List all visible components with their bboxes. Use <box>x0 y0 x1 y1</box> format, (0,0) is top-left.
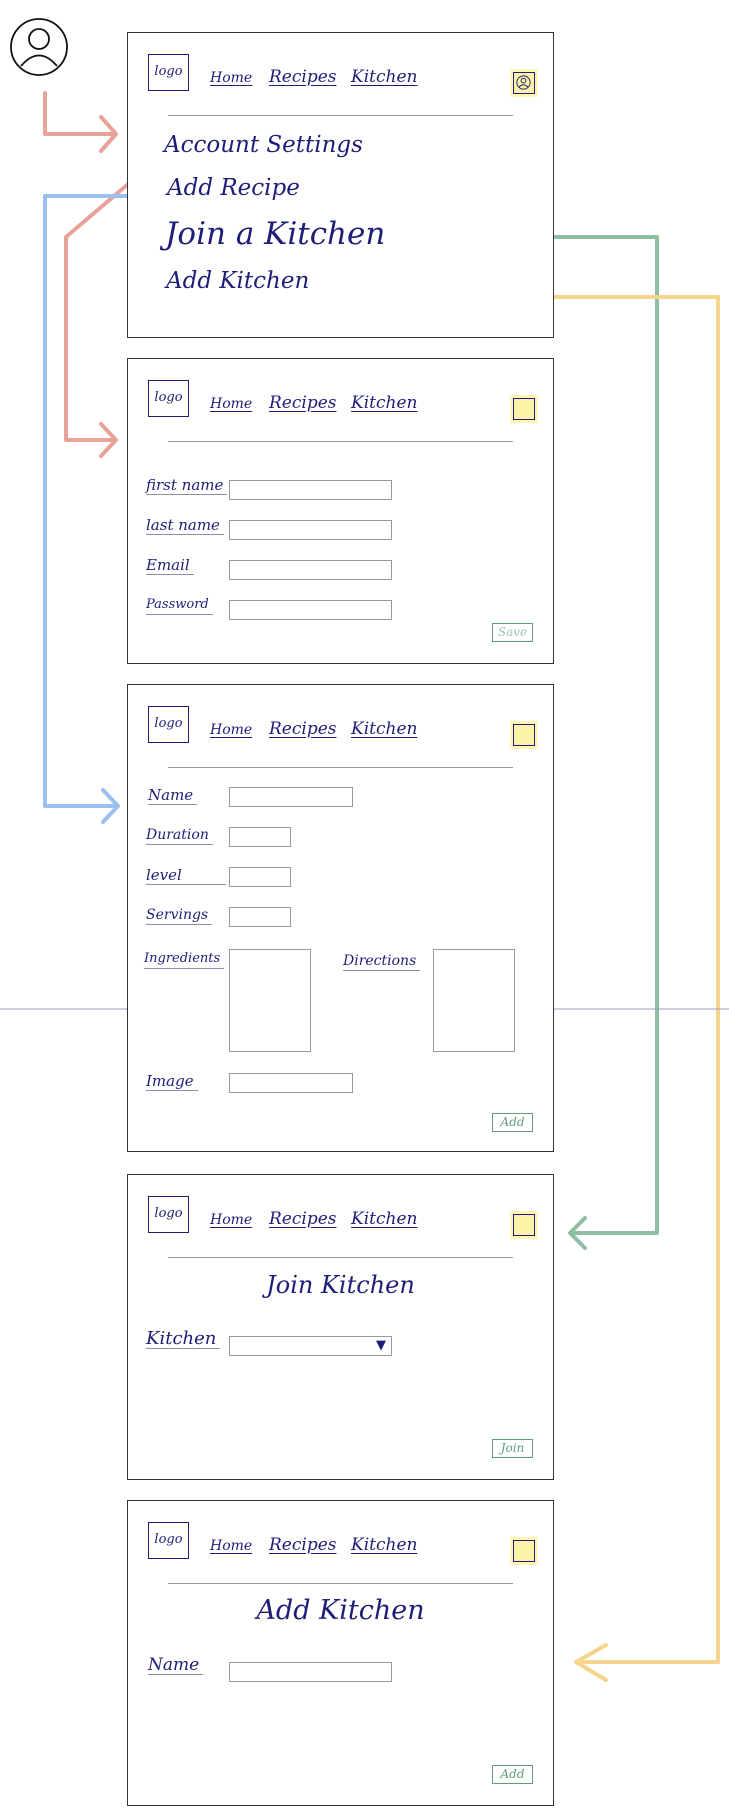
level-label: level <box>146 866 226 885</box>
header-divider <box>168 767 513 768</box>
nav-home-link[interactable]: Home <box>210 722 252 738</box>
nav-recipes-link[interactable]: Recipes <box>269 719 337 739</box>
nav-home-link[interactable]: Home <box>210 70 252 86</box>
directions-label: Directions <box>343 952 421 971</box>
add-kitchen-frame: logo Home Recipes Kitchen Add Kitchen Na… <box>127 1500 554 1806</box>
nav-recipes-link[interactable]: Recipes <box>269 393 337 413</box>
account-icon[interactable] <box>513 72 535 94</box>
menu-item-account-settings[interactable]: Account Settings <box>164 132 363 158</box>
header-divider <box>168 115 513 116</box>
add-kitchen-button[interactable]: Add <box>492 1765 533 1784</box>
header-divider <box>168 1257 513 1258</box>
nav-kitchen-link[interactable]: Kitchen <box>351 393 417 413</box>
duration-field[interactable] <box>229 827 291 847</box>
nav-kitchen-link[interactable]: Kitchen <box>351 719 417 739</box>
nav-recipes-link[interactable]: Recipes <box>269 1209 337 1229</box>
nav-home-link[interactable]: Home <box>210 1212 252 1228</box>
ingredients-label: Ingredients <box>144 950 225 969</box>
nav-home-link[interactable]: Home <box>210 396 252 412</box>
menu-item-add-recipe[interactable]: Add Recipe <box>167 175 300 201</box>
menu-frame: logo Home Recipes Kitchen Account Settin… <box>127 32 554 338</box>
chevron-down-icon[interactable]: ▼ <box>376 1338 386 1353</box>
logo[interactable]: logo <box>148 380 189 417</box>
menu-item-add-kitchen[interactable]: Add Kitchen <box>166 268 309 294</box>
nav-recipes-link[interactable]: Recipes <box>269 67 337 87</box>
kitchen-label: Kitchen <box>146 1330 221 1349</box>
add-recipe-frame: logo Home Recipes Kitchen Name Duration … <box>127 684 554 1152</box>
nav-kitchen-link[interactable]: Kitchen <box>351 67 417 87</box>
join-button[interactable]: Join <box>492 1439 533 1458</box>
level-field[interactable] <box>229 867 291 887</box>
menu-item-join-kitchen[interactable]: Join a Kitchen <box>165 216 385 252</box>
logo[interactable]: logo <box>148 706 189 743</box>
kitchen-name-label: Name <box>148 1656 204 1675</box>
kitchen-select[interactable]: ▼ <box>229 1336 392 1356</box>
servings-label: Servings <box>146 906 213 925</box>
logo[interactable]: logo <box>148 54 189 91</box>
first-name-label: first name <box>146 476 228 495</box>
header-divider <box>168 441 513 442</box>
password-label: Password <box>146 596 213 615</box>
ingredients-field[interactable] <box>229 949 311 1052</box>
duration-label: Duration <box>146 826 213 845</box>
logo[interactable]: logo <box>148 1196 189 1233</box>
account-icon[interactable] <box>513 1540 535 1562</box>
password-field[interactable] <box>229 600 392 620</box>
nav-home-link[interactable]: Home <box>210 1538 252 1554</box>
save-button[interactable]: Save <box>492 623 533 642</box>
account-icon[interactable] <box>513 1214 535 1236</box>
nav-recipes-link[interactable]: Recipes <box>269 1535 337 1555</box>
last-name-label: last name <box>146 516 224 535</box>
account-icon[interactable] <box>513 724 535 746</box>
account-settings-frame: logo Home Recipes Kitchen first name las… <box>127 358 554 664</box>
recipe-name-label: Name <box>148 786 198 805</box>
user-avatar-icon[interactable] <box>9 17 69 77</box>
header-divider <box>168 1583 513 1584</box>
image-field[interactable] <box>229 1073 353 1093</box>
directions-field[interactable] <box>433 949 515 1052</box>
servings-field[interactable] <box>229 907 291 927</box>
email-field[interactable] <box>229 560 392 580</box>
first-name-field[interactable] <box>229 480 392 500</box>
join-kitchen-frame: logo Home Recipes Kitchen Join Kitchen K… <box>127 1174 554 1480</box>
join-kitchen-title: Join Kitchen <box>266 1271 415 1299</box>
nav-kitchen-link[interactable]: Kitchen <box>351 1209 417 1229</box>
logo[interactable]: logo <box>148 1522 189 1559</box>
nav-kitchen-link[interactable]: Kitchen <box>351 1535 417 1555</box>
last-name-field[interactable] <box>229 520 392 540</box>
image-label: Image <box>146 1072 198 1091</box>
add-recipe-button[interactable]: Add <box>492 1113 533 1132</box>
recipe-name-field[interactable] <box>229 787 353 807</box>
kitchen-name-field[interactable] <box>229 1662 392 1682</box>
account-icon[interactable] <box>513 398 535 420</box>
email-label: Email <box>146 556 194 575</box>
add-kitchen-title: Add Kitchen <box>256 1595 425 1626</box>
